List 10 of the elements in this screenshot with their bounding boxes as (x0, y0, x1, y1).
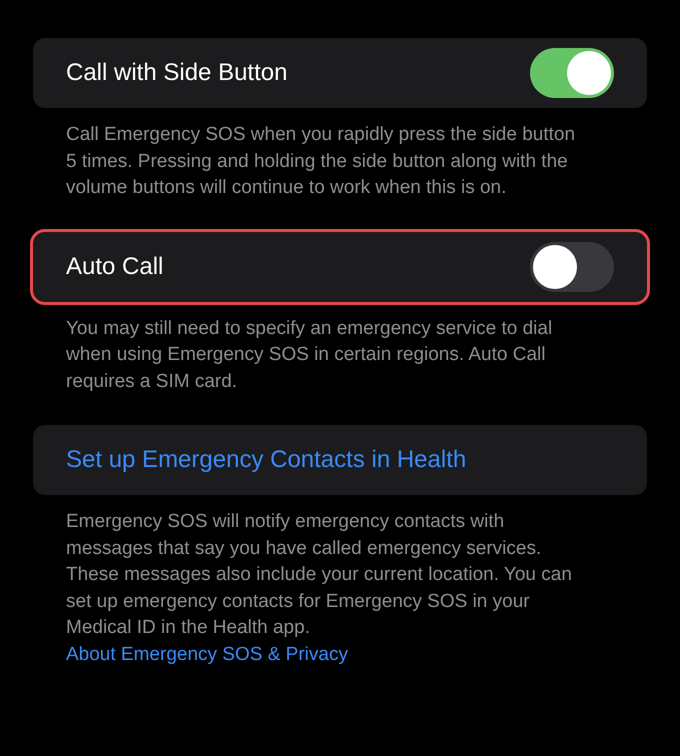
toggle-switch[interactable] (530, 48, 614, 98)
footer-text: Emergency SOS will notify emergency contacts with messages that say you have called emergency services. These messages also include your current location. You can set up emergency contacts for Emergency SOS in your Medical ID in the Health app. (65, 510, 573, 640)
footer-text: You may still need to specify an emergency service to dial when using Emergency SOS in certain regions. Auto Call requires a SIM card. (65, 316, 554, 394)
link-row[interactable]: Set up Emergency Contacts in Health (33, 425, 647, 495)
footer-text: Call Emergency SOS when you rapidly press the side button 5 times. Pressing and holding the side button along with the volume buttons will continue to work when this is on. (65, 123, 576, 200)
setting-label: Auto Call (66, 252, 164, 282)
setting-label: Call with Side Button (66, 58, 288, 88)
privacy-link[interactable]: About Emergency SOS & Privacy (66, 642, 348, 668)
link-label: Set up Emergency Contacts in Health (66, 445, 466, 475)
toggle-switch[interactable] (530, 242, 614, 292)
